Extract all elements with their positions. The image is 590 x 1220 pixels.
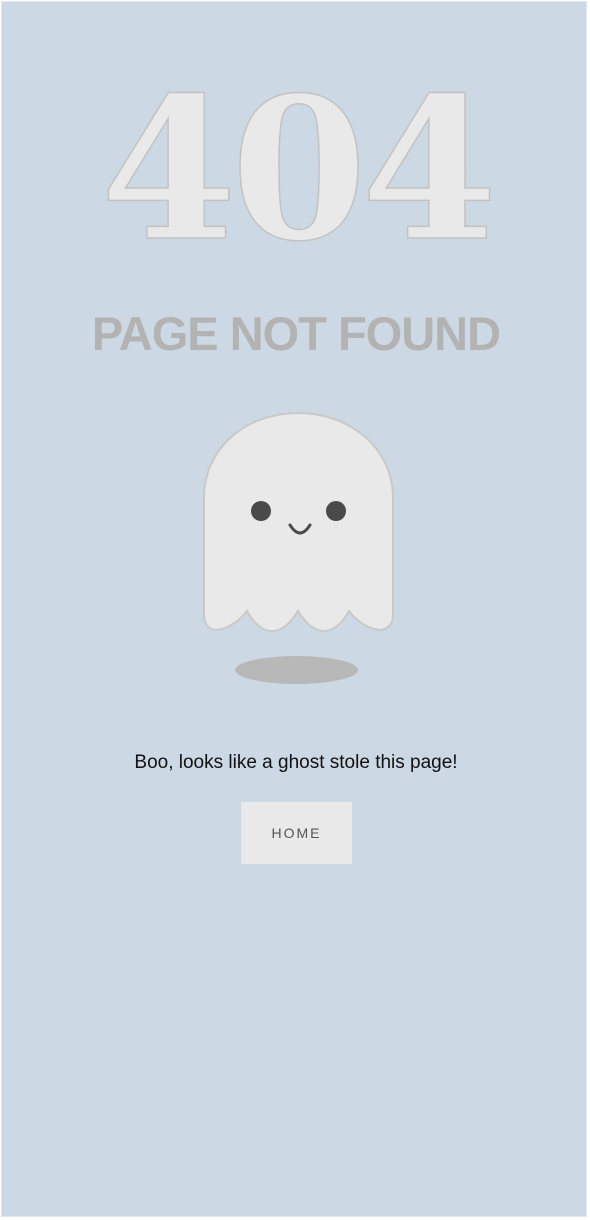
- ghost-shadow: [235, 656, 358, 684]
- home-button[interactable]: HOME: [241, 802, 352, 864]
- ghost-right-eye: [326, 501, 346, 521]
- error-message: Boo, looks like a ghost stole this page!: [134, 752, 458, 773]
- ghost-left-eye: [251, 501, 271, 521]
- page-not-found-heading: PAGE NOT FOUND: [91, 307, 501, 360]
- error-page: 404 PAGE NOT FOUND Boo, looks like a gho…: [1, 1, 587, 1217]
- ghost-icon: [198, 410, 398, 640]
- error-code: 404: [100, 55, 499, 285]
- ghost-body: [203, 411, 394, 633]
